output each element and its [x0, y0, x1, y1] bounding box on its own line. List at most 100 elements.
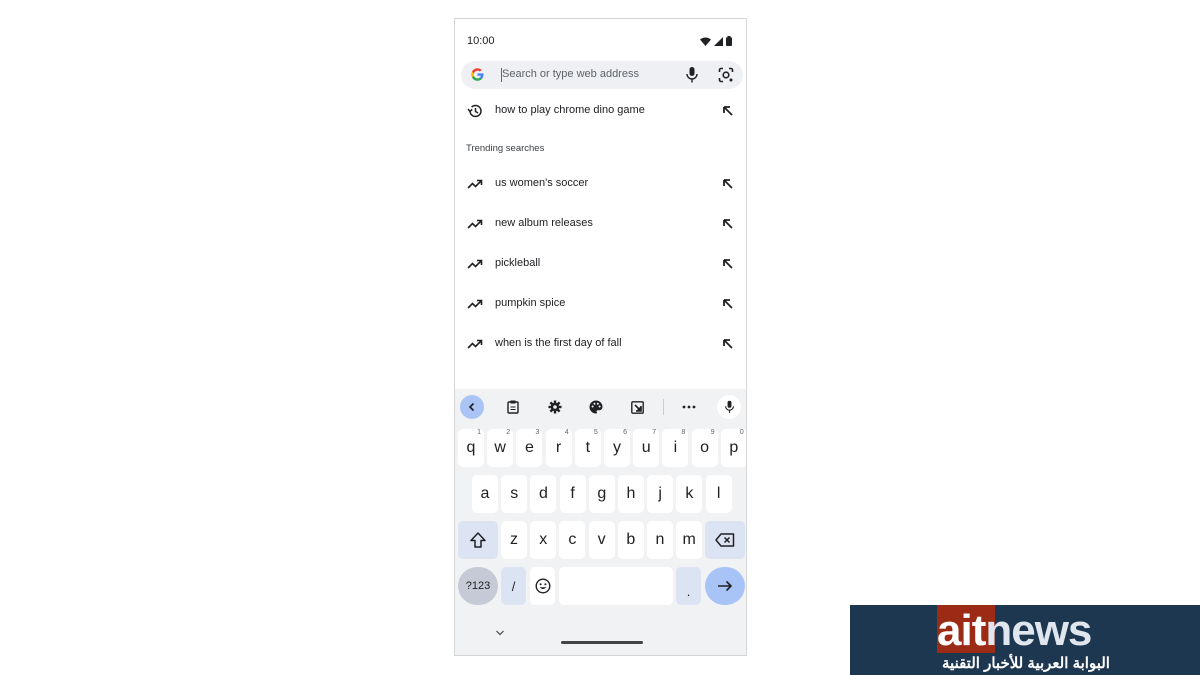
shift-icon: [470, 532, 486, 548]
key-label: p: [729, 439, 739, 456]
key-number-hint: 6: [623, 429, 627, 436]
key-label: i: [673, 439, 678, 456]
voice-search-icon[interactable]: [685, 67, 699, 83]
enter-key[interactable]: [705, 567, 745, 605]
mic-icon: [724, 400, 734, 413]
shift-key[interactable]: [458, 521, 498, 559]
key-label: w: [494, 439, 506, 456]
navigation-bar: [455, 623, 746, 655]
trending-heading: Trending searches: [466, 143, 545, 154]
key-m[interactable]: m: [676, 521, 703, 559]
key-x[interactable]: x: [530, 521, 557, 559]
key-d[interactable]: d: [530, 475, 557, 513]
key-n[interactable]: n: [647, 521, 673, 559]
trending-suggestion[interactable]: when is the first day of fall: [455, 324, 746, 364]
fill-query-arrow-icon[interactable]: [722, 218, 734, 230]
emoji-icon: [534, 578, 551, 594]
period-key[interactable]: .: [676, 567, 701, 605]
fill-query-arrow-icon[interactable]: [722, 298, 734, 310]
key-j[interactable]: j: [647, 475, 674, 513]
key-v[interactable]: v: [588, 521, 615, 559]
suggestion-text: pickleball: [495, 257, 541, 269]
key-label: e: [524, 439, 534, 456]
suggestion-text: pumpkin spice: [495, 297, 566, 309]
key-t[interactable]: t5: [574, 429, 601, 467]
backspace-key[interactable]: [705, 521, 745, 559]
key-u[interactable]: u7: [633, 429, 660, 467]
aitnews-watermark: aitnews البوابة العربية للأخبار التقنية: [850, 605, 1200, 675]
suggestion-text: how to play chrome dino game: [495, 104, 645, 116]
key-a[interactable]: a: [472, 475, 498, 513]
key-o[interactable]: o9: [691, 429, 718, 467]
key-label: t: [585, 439, 591, 456]
key-k[interactable]: k: [676, 475, 703, 513]
fill-query-arrow-icon[interactable]: [722, 338, 734, 350]
key-r[interactable]: r4: [545, 429, 572, 467]
emoji-key[interactable]: [530, 567, 555, 605]
key-s[interactable]: s: [501, 475, 528, 513]
trending-up-icon: [467, 219, 483, 229]
suggestion-text: when is the first day of fall: [495, 337, 622, 349]
keyboard-settings-button[interactable]: [543, 395, 567, 419]
trending-suggestion[interactable]: us women's soccer: [455, 164, 746, 204]
omnibox[interactable]: Search or type web address: [461, 61, 743, 89]
trending-up-icon: [467, 339, 483, 349]
key-i[interactable]: i8: [662, 429, 689, 467]
trending-suggestion[interactable]: pickleball: [455, 244, 746, 284]
palette-icon: [589, 400, 603, 414]
key-number-hint: 1: [477, 429, 481, 436]
key-number-hint: 8: [681, 429, 686, 436]
arrow-right-icon: [718, 580, 733, 592]
fill-query-arrow-icon[interactable]: [722, 178, 734, 190]
key-l[interactable]: l: [705, 475, 732, 513]
google-logo-icon: [471, 68, 484, 81]
key-g[interactable]: g: [588, 475, 615, 513]
fill-query-arrow-icon[interactable]: [722, 105, 734, 117]
key-number-hint: 4: [564, 429, 569, 436]
key-label: y: [613, 439, 621, 456]
key-z[interactable]: z: [501, 521, 527, 559]
key-number-hint: 5: [593, 429, 598, 436]
key-h[interactable]: h: [618, 475, 644, 513]
fill-query-arrow-icon[interactable]: [722, 258, 734, 270]
home-gesture-pill[interactable]: [561, 641, 643, 644]
key-c[interactable]: c: [559, 521, 586, 559]
key-q[interactable]: q1: [458, 429, 484, 467]
key-e[interactable]: e3: [516, 429, 543, 467]
more-options-button[interactable]: [677, 395, 701, 419]
trending-suggestion[interactable]: new album releases: [455, 204, 746, 244]
trending-suggestion[interactable]: pumpkin spice: [455, 284, 746, 324]
history-suggestion[interactable]: how to play chrome dino game: [455, 91, 746, 131]
more-icon: [682, 405, 696, 409]
key-label: q: [466, 439, 476, 456]
wifi-icon: [700, 37, 711, 46]
trending-up-icon: [467, 259, 483, 269]
key-p[interactable]: p0: [720, 429, 746, 467]
symbols-key[interactable]: ?123: [458, 567, 498, 605]
theme-button[interactable]: [584, 395, 608, 419]
status-time: 10:00: [467, 35, 495, 47]
toolbar-divider: [663, 399, 664, 415]
keyboard-back-button[interactable]: [460, 395, 484, 419]
key-f[interactable]: f: [559, 475, 586, 513]
spacebar[interactable]: [559, 567, 673, 605]
key-number-hint: 9: [710, 429, 715, 436]
logo-brand: aitnews: [937, 606, 1092, 655]
key-y[interactable]: y6: [604, 429, 630, 467]
logo-tagline: البوابة العربية للأخبار التقنية: [942, 655, 1110, 672]
trending-up-icon: [467, 299, 483, 309]
slash-key[interactable]: /: [501, 567, 526, 605]
clipboard-button[interactable]: [501, 395, 525, 419]
omnibox-placeholder[interactable]: Search or type web address: [502, 68, 639, 80]
key-b[interactable]: b: [617, 521, 644, 559]
history-icon: [467, 104, 482, 118]
key-number-hint: 0: [739, 429, 744, 436]
signal-icon: [714, 36, 723, 46]
key-w[interactable]: w2: [487, 429, 514, 467]
google-lens-icon[interactable]: [718, 67, 734, 83]
resize-keyboard-button[interactable]: [625, 395, 649, 419]
keyboard-voice-button[interactable]: [717, 395, 741, 419]
suggestion-text: us women's soccer: [495, 177, 589, 189]
chevron-left-icon: [468, 402, 475, 412]
hide-keyboard-chevron-icon[interactable]: [495, 629, 505, 637]
